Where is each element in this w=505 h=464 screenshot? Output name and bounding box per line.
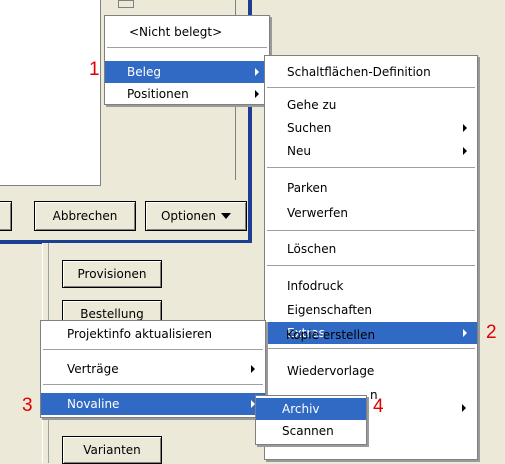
menu-separator xyxy=(267,230,475,231)
submenu-arrow-icon xyxy=(463,124,467,132)
context-menu-extras: Projektinfo aktualisieren Verträge Noval… xyxy=(40,320,266,418)
menu-item-beleg[interactable]: Beleg xyxy=(105,61,269,83)
menu-item-scannen[interactable]: Scannen xyxy=(256,420,366,442)
dropdown-arrow-icon xyxy=(221,213,232,219)
menu-item-positionen[interactable]: Positionen xyxy=(105,83,269,105)
submenu-arrow-icon xyxy=(463,147,467,155)
menu-item-novaline[interactable]: Novaline xyxy=(41,393,265,415)
options-button-label: Optionen xyxy=(160,209,217,223)
menu-item-suchen[interactable]: Suchen xyxy=(265,117,477,139)
submenu-arrow-icon xyxy=(255,68,259,76)
menu-item-archiv[interactable]: Archiv xyxy=(256,398,366,420)
cancel-button-label: Abbrechen xyxy=(52,209,118,223)
menu-item-gehe-zu[interactable]: Gehe zu xyxy=(265,94,477,116)
variants-button[interactable]: Varianten xyxy=(62,436,162,464)
menu-separator xyxy=(267,265,475,266)
provisions-button[interactable]: Provisionen xyxy=(62,260,162,288)
submenu-arrow-icon xyxy=(462,404,466,412)
context-menu-novaline: Archiv Scannen xyxy=(255,395,367,445)
menu-item-nicht-belegt[interactable]: <Nicht belegt> xyxy=(105,21,269,43)
menu-item-infodruck[interactable]: Infodruck xyxy=(265,275,477,297)
menu-separator xyxy=(43,349,263,350)
menu-item-vertraege[interactable]: Verträge xyxy=(41,358,265,380)
annotation-number-2: 2 xyxy=(486,322,497,343)
menu-item-neu[interactable]: Neu xyxy=(265,140,477,162)
menu-separator xyxy=(267,87,475,88)
submenu-arrow-icon xyxy=(255,90,259,98)
background-pane xyxy=(0,0,101,186)
menu-separator xyxy=(267,167,475,168)
obscured-beleg-text: Kopie erstellen xyxy=(286,328,376,342)
menu-item-schaltflaechen-definition[interactable]: Schaltflächen-Definition xyxy=(265,61,477,83)
annotation-number-1: 1 xyxy=(89,59,100,80)
options-button[interactable]: Optionen xyxy=(145,201,247,231)
annotation-number-3: 3 xyxy=(22,395,33,416)
order-button-label: Bestellung xyxy=(80,307,144,321)
provisions-button-label: Provisionen xyxy=(77,267,147,281)
menu-item-verwerfen[interactable]: Verwerfen xyxy=(265,202,477,224)
menu-separator xyxy=(107,47,267,48)
ok-button-partial[interactable] xyxy=(0,201,12,231)
submenu-arrow-icon xyxy=(251,365,255,373)
menu-separator xyxy=(267,348,475,349)
menu-item-parken[interactable]: Parken xyxy=(265,177,477,199)
menu-item-wiedervorlage[interactable]: Wiedervorlage xyxy=(265,360,477,382)
annotation-number-4: 4 xyxy=(373,396,384,417)
menu-item-projektinfo-aktualisieren[interactable]: Projektinfo aktualisieren xyxy=(41,323,265,345)
menu-item-eigenschaften[interactable]: Eigenschaften xyxy=(265,299,477,321)
scroll-indicator[interactable] xyxy=(118,0,134,8)
submenu-arrow-icon xyxy=(463,329,467,337)
cancel-button[interactable]: Abbrechen xyxy=(34,201,136,231)
variants-button-label: Varianten xyxy=(83,443,141,457)
context-menu-top: <Nicht belegt> Beleg Positionen xyxy=(104,15,270,105)
menu-separator xyxy=(43,384,263,385)
menu-item-loeschen[interactable]: Löschen xyxy=(265,238,477,260)
